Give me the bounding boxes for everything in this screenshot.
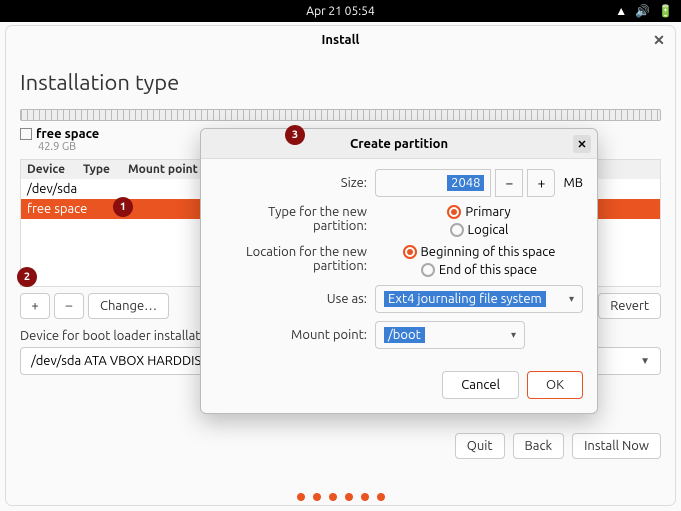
size-unit: MB: [563, 176, 583, 190]
location-label: Location for the new partition:: [215, 245, 375, 273]
top-bar: Apr 21 05:54 ▲ 🔊 🔋: [0, 0, 681, 22]
battery-icon[interactable]: 🔋: [658, 4, 673, 18]
close-icon[interactable]: ✕: [651, 32, 667, 48]
change-partition-button[interactable]: Change…: [88, 293, 169, 319]
chevron-down-icon: ▾: [569, 293, 574, 305]
mount-point-label: Mount point:: [215, 328, 375, 342]
type-label: Type for the new partition:: [215, 205, 375, 233]
revert-button[interactable]: Revert: [598, 293, 661, 319]
dialog-title: Create partition: [350, 137, 448, 151]
quit-button[interactable]: Quit: [455, 433, 505, 459]
radio-end[interactable]: End of this space: [421, 263, 537, 277]
col-type[interactable]: Type: [83, 163, 110, 176]
back-button[interactable]: Back: [513, 433, 565, 459]
radio-beginning[interactable]: Beginning of this space: [403, 245, 556, 259]
volume-icon[interactable]: 🔊: [635, 4, 650, 18]
dialog-close-icon[interactable]: ✕: [573, 135, 591, 153]
chevron-down-icon: ▼: [640, 355, 650, 367]
progress-dots: [6, 493, 675, 501]
network-icon[interactable]: ▲: [615, 4, 627, 18]
size-input[interactable]: 2048: [375, 169, 491, 197]
callout-2: 2: [17, 267, 37, 287]
mount-point-select[interactable]: /boot ▾: [375, 321, 525, 349]
create-partition-dialog: 3 Create partition ✕ Size: 2048 − + MB T…: [200, 128, 598, 414]
use-as-select[interactable]: Ext4 journaling file system ▾: [375, 285, 583, 313]
window-titlebar: Install ✕: [6, 26, 675, 54]
page-title: Installation type: [20, 70, 661, 95]
callout-1: 1: [113, 197, 133, 217]
radio-logical[interactable]: Logical: [450, 223, 509, 237]
free-space-label: free space: [36, 127, 99, 141]
col-device[interactable]: Device: [27, 163, 65, 176]
ok-button[interactable]: OK: [527, 371, 583, 399]
use-as-label: Use as:: [215, 292, 375, 306]
add-partition-button[interactable]: +: [20, 293, 50, 319]
size-increment-button[interactable]: +: [527, 169, 555, 197]
install-now-button[interactable]: Install Now: [572, 433, 661, 459]
window-title: Install: [322, 33, 360, 47]
partition-ruler: [20, 109, 661, 121]
chevron-down-icon: ▾: [511, 329, 516, 341]
free-space-checkbox[interactable]: [20, 128, 32, 140]
size-label: Size:: [215, 176, 375, 190]
size-decrement-button[interactable]: −: [495, 169, 523, 197]
remove-partition-button[interactable]: –: [54, 293, 84, 319]
radio-primary[interactable]: Primary: [447, 205, 510, 219]
col-mount[interactable]: Mount point: [128, 163, 198, 176]
callout-3: 3: [285, 125, 305, 145]
cancel-button[interactable]: Cancel: [442, 371, 519, 399]
clock: Apr 21 05:54: [306, 5, 374, 18]
